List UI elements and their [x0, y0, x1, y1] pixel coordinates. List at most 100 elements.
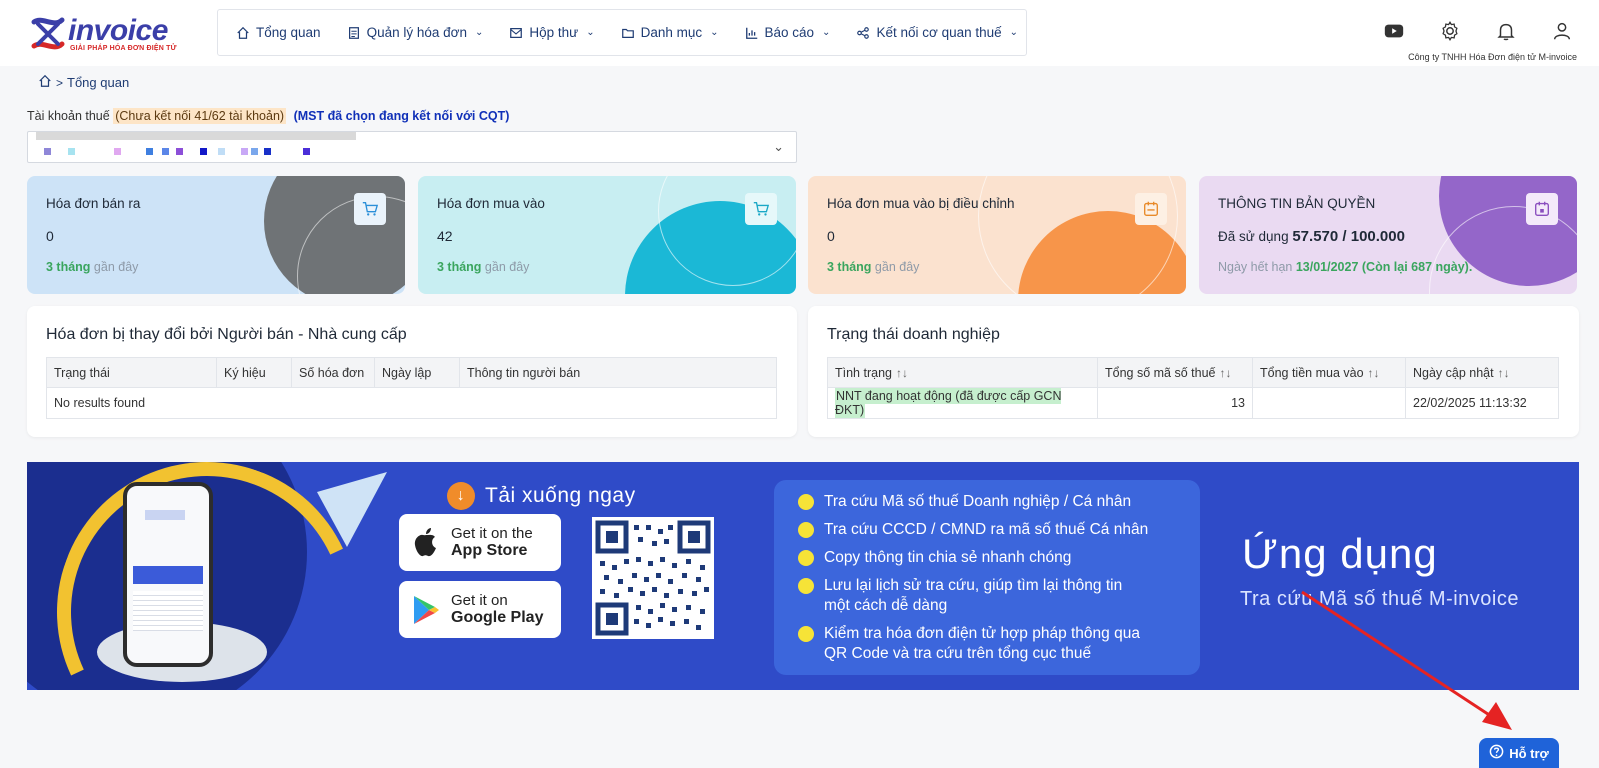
- nav-item-catalog[interactable]: Danh mục ⌄: [621, 25, 719, 40]
- app-store-button[interactable]: Get it on the App Store: [399, 514, 561, 571]
- card-title: THÔNG TIN BẢN QUYỀN: [1218, 196, 1376, 211]
- redacted-block: [44, 148, 51, 155]
- chart-icon: [745, 27, 757, 39]
- nav-item-tax-connection[interactable]: Kết nối cơ quan thuế ⌄: [856, 25, 1018, 40]
- column-header[interactable]: Tình trạng ↑↓: [827, 357, 1098, 388]
- logo-text: invoice: [68, 14, 168, 47]
- redacted-bar: [36, 132, 356, 140]
- empty-message: No results found: [46, 387, 777, 419]
- app-store-text: Get it on the App Store: [451, 524, 533, 559]
- nav-label: Danh mục: [640, 25, 703, 40]
- paper-plane-icon: [317, 472, 387, 547]
- redacted-block: [218, 148, 225, 155]
- card-license-info[interactable]: THÔNG TIN BẢN QUYỀN Đã sử dụng 57.570 / …: [1199, 176, 1577, 294]
- nav-item-reports[interactable]: Báo cáo ⌄: [745, 25, 831, 40]
- redacted-block: [114, 148, 121, 155]
- apple-icon: [414, 527, 436, 556]
- redacted-block: [176, 148, 183, 155]
- home-icon: [237, 26, 249, 39]
- redacted-block: [303, 148, 310, 155]
- chevron-down-icon: ⌄: [822, 27, 831, 38]
- feature-list: Tra cứu Mã số thuế Doanh nghiệp / Cá nhâ…: [774, 480, 1200, 675]
- card-value: 0: [827, 228, 835, 244]
- business-status-panel: Trạng thái doanh nghiệp Tình trạng ↑↓ Tổn…: [808, 306, 1579, 437]
- chevron-down-icon: ⌄: [773, 139, 784, 154]
- card-value: 42: [437, 228, 453, 244]
- user-icon[interactable]: [1551, 20, 1573, 45]
- nav-label: Báo cáo: [764, 25, 815, 40]
- nav-item-overview[interactable]: Tổng quan: [236, 25, 321, 40]
- chevron-down-icon: ⌄: [1009, 27, 1019, 38]
- google-play-icon: [414, 595, 439, 624]
- phone-mockup: [123, 482, 213, 667]
- card-purchase-invoices[interactable]: Hóa đơn mua vào 42 3 tháng gần đây: [418, 176, 796, 294]
- card-subtitle: 3 tháng gần đây: [827, 260, 920, 274]
- business-status-table: Tình trạng ↑↓ Tổng số mã số thuế ↑↓ Tổng t…: [827, 357, 1559, 419]
- sort-icon: ↑↓: [1367, 365, 1380, 380]
- support-button[interactable]: Hỗ trợ: [1479, 738, 1559, 768]
- column-header[interactable]: Số hóa đơn: [291, 357, 375, 388]
- download-icon: ↓: [447, 482, 475, 510]
- redacted-block: [146, 148, 153, 155]
- nav-label: Kết nối cơ quan thuế: [876, 25, 1002, 40]
- redacted-block: [241, 148, 248, 155]
- card-sales-invoices[interactable]: Hóa đơn bán ra 0 3 tháng gần đây: [27, 176, 405, 294]
- panel-title: Hóa đơn bị thay đổi bởi Người bán - Nhà …: [46, 326, 407, 343]
- tax-account-select[interactable]: ⌄: [27, 131, 797, 163]
- table-header-row: Tình trạng ↑↓ Tổng số mã số thuế ↑↓ Tổng t…: [827, 357, 1559, 388]
- card-value: 0: [46, 228, 54, 244]
- google-play-text: Get it on Google Play: [451, 591, 544, 626]
- help-icon: [1489, 744, 1504, 762]
- bell-icon[interactable]: [1495, 20, 1517, 45]
- cart-icon: [745, 193, 777, 225]
- nav-label: Hộp thư: [529, 25, 579, 40]
- column-header[interactable]: Tổng số mã số thuế ↑↓: [1097, 357, 1253, 388]
- red-arrow-annotation: [1301, 590, 1512, 730]
- qr-code[interactable]: [592, 517, 714, 639]
- column-header[interactable]: Ký hiệu: [216, 357, 292, 388]
- chevron-down-icon: ⌄: [586, 27, 595, 38]
- redacted-block: [264, 148, 271, 155]
- breadcrumb-current[interactable]: Tổng quan: [67, 75, 129, 90]
- column-header[interactable]: Trạng thái: [46, 357, 217, 388]
- home-icon[interactable]: [38, 74, 52, 91]
- nav-item-invoice-management[interactable]: Quản lý hóa đơn ⌄: [347, 25, 484, 40]
- table-row[interactable]: NNT đang hoạt động (đã được cấp GCN ĐKT)…: [827, 387, 1559, 419]
- card-adjusted-purchase-invoices[interactable]: Hóa đơn mua vào bị điều chỉnh 0 3 tháng …: [808, 176, 1186, 294]
- card-title: Hóa đơn mua vào bị điều chỉnh: [827, 196, 1015, 211]
- logo-mark-icon: [31, 17, 65, 50]
- column-header[interactable]: Thông tin người bán: [459, 357, 777, 388]
- logo-tagline: GIẢI PHÁP HÓA ĐƠN ĐIỆN TỬ: [70, 45, 177, 52]
- card-subtitle: 3 tháng gần đây: [46, 260, 139, 274]
- card-subtitle: 3 tháng gần đây: [437, 260, 530, 274]
- connection-warning: (Chưa kết nối 41/62 tài khoản): [113, 108, 287, 124]
- main-nav: Tổng quan Quản lý hóa đơn ⌄ Hộp thư ⌄ Da…: [217, 9, 1027, 56]
- chevron-down-icon: ⌄: [710, 27, 719, 38]
- bullet-icon: [798, 522, 814, 538]
- bullet-icon: [798, 626, 814, 642]
- chevron-down-icon: ⌄: [474, 27, 484, 38]
- table-row: No results found: [46, 387, 777, 419]
- bullet-icon: [798, 494, 814, 510]
- card-value: Đã sử dụng 57.570 / 100.000: [1218, 228, 1405, 245]
- support-label: Hỗ trợ: [1509, 745, 1549, 761]
- youtube-icon[interactable]: [1383, 20, 1405, 45]
- column-header[interactable]: Tổng tiền mua vào ↑↓: [1252, 357, 1406, 388]
- nav-label: Quản lý hóa đơn: [366, 25, 467, 40]
- app-title: Ứng dụng: [1242, 530, 1438, 577]
- calendar-icon: [1135, 193, 1167, 225]
- document-icon: [348, 26, 359, 39]
- calendar-icon: [1526, 193, 1558, 225]
- bullet-icon: [798, 578, 814, 594]
- column-header[interactable]: Ngày cập nhật ↑↓: [1405, 357, 1559, 388]
- column-header[interactable]: Ngày lập: [374, 357, 460, 388]
- mst-connected-note: (MST đã chọn đang kết nối với CQT): [293, 109, 510, 123]
- google-play-button[interactable]: Get it on Google Play: [399, 581, 561, 638]
- m-invoice-logo[interactable]: invoice GIẢI PHÁP HÓA ĐƠN ĐIỆN TỬ: [28, 12, 178, 56]
- mail-icon: [510, 27, 523, 38]
- gear-icon[interactable]: [1439, 20, 1461, 45]
- redacted-block: [200, 148, 207, 155]
- sort-icon: ↑↓: [1497, 365, 1510, 380]
- redacted-block: [251, 148, 258, 155]
- nav-item-mailbox[interactable]: Hộp thư ⌄: [509, 25, 595, 40]
